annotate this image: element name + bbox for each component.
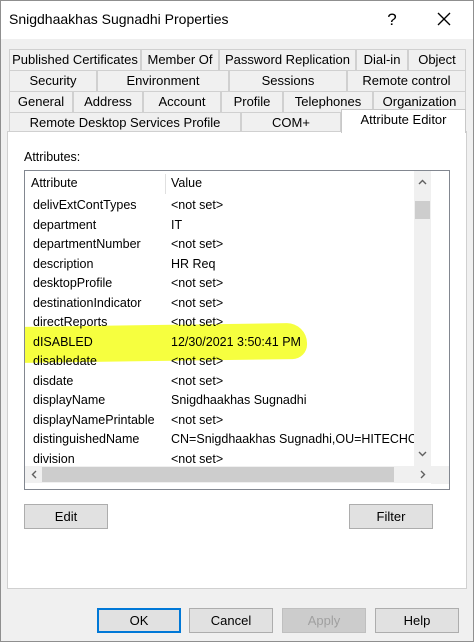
attribute-value: <not set> (171, 237, 224, 251)
attribute-name: disdate (33, 373, 74, 388)
edit-button[interactable]: Edit (24, 504, 108, 529)
list-row[interactable]: department IT (25, 216, 414, 236)
attributes-label: Attributes: (24, 150, 81, 164)
list-row[interactable]: disdate <not set> (25, 372, 414, 392)
attribute-value: 12/30/2021 3:50:41 PM (171, 334, 301, 349)
attribute-value: <not set> (171, 412, 224, 427)
tab-address[interactable]: Address (73, 91, 143, 112)
help-button[interactable]: Help (375, 608, 459, 633)
properties-dialog: Snigdhaakhas Sugnadhi Properties ? Publi… (0, 0, 474, 642)
list-row[interactable]: displayName Snigdhaakhas Sugnadhi (25, 391, 414, 411)
attribute-value: <not set> (171, 198, 224, 212)
tab-row-1: Published Certificates Member Of Passwor… (9, 49, 467, 70)
tab-row-4: Remote Desktop Services Profile COM+ Att… (9, 109, 467, 133)
tab-profile[interactable]: Profile (221, 91, 283, 112)
ok-button[interactable]: OK (97, 608, 181, 633)
list-row[interactable]: destinationIndicator <not set> (25, 294, 414, 314)
horizontal-scrollbar[interactable] (25, 466, 431, 483)
horizontal-scroll-thumb[interactable] (42, 467, 394, 482)
attributes-list[interactable]: Attribute Value delivExtContTypes <not se… (24, 170, 450, 490)
scrollbar-corner (431, 466, 449, 484)
vertical-scroll-thumb[interactable] (415, 201, 430, 219)
tab-object[interactable]: Object (408, 49, 466, 70)
tab-com-plus[interactable]: COM+ (241, 112, 341, 133)
attribute-value: <not set> (171, 315, 224, 329)
tab-attribute-editor[interactable]: Attribute Editor (341, 109, 466, 133)
attribute-name: department (33, 217, 97, 232)
list-rows: delivExtContTypes <not set> department IT … (25, 196, 417, 466)
tab-general[interactable]: General (9, 91, 73, 112)
attribute-value: <not set> (171, 276, 224, 290)
list-row[interactable]: desktopProfile <not set> (25, 274, 414, 294)
attribute-name: distinguishedName (33, 432, 140, 446)
tab-security[interactable]: Security (9, 70, 97, 91)
attribute-name: destinationIndicator (33, 295, 142, 310)
tab-password-replication[interactable]: Password Replication (219, 49, 356, 70)
chevron-right-icon (420, 470, 425, 479)
filter-button[interactable]: Filter (349, 504, 433, 529)
list-row[interactable]: disabledate <not set> (25, 352, 414, 372)
scroll-right-button[interactable] (414, 466, 431, 483)
attribute-value: <not set> (171, 354, 224, 368)
tab-environment[interactable]: Environment (97, 70, 229, 91)
chevron-down-icon (418, 451, 427, 457)
chevron-left-icon (31, 470, 36, 479)
list-row-disabled-attribute[interactable]: dISABLED 12/30/2021 3:50:41 PM (25, 333, 414, 353)
list-row[interactable]: departmentNumber <not set> (25, 235, 414, 255)
tab-account[interactable]: Account (143, 91, 221, 112)
window-title: Snigdhaakhas Sugnadhi Properties (9, 11, 229, 27)
close-icon (437, 12, 451, 26)
list-row[interactable]: displayNamePrintable <not set> (25, 411, 414, 431)
tab-remote-desktop-services-profile[interactable]: Remote Desktop Services Profile (9, 112, 241, 133)
title-bar: Snigdhaakhas Sugnadhi Properties ? (1, 1, 473, 39)
attribute-name: disabledate (33, 354, 97, 368)
apply-button[interactable]: Apply (282, 608, 366, 633)
tab-sessions[interactable]: Sessions (229, 70, 347, 91)
attribute-name: directReports (33, 315, 108, 329)
column-header-value[interactable]: Value (165, 171, 414, 196)
list-row[interactable]: distinguishedName CN=Snigdhaakhas Sugnadh… (25, 430, 417, 450)
attribute-name: displayName (33, 393, 106, 407)
column-header-attribute[interactable]: Attribute (25, 171, 165, 196)
attribute-value: CN=Snigdhaakhas Sugnadhi,OU=HITECHC (171, 432, 417, 446)
tab-dial-in[interactable]: Dial-in (356, 49, 408, 70)
attribute-name: delivExtContTypes (33, 198, 137, 212)
attribute-value: <not set> (171, 295, 224, 310)
list-header: Attribute Value (25, 171, 414, 196)
attribute-name: description (33, 256, 94, 271)
attribute-value: Snigdhaakhas Sugnadhi (171, 393, 307, 407)
cancel-button[interactable]: Cancel (189, 608, 273, 633)
attribute-editor-panel: Attributes: Attribute Value delivExtCont… (7, 131, 467, 589)
attribute-value: HR Req (171, 256, 216, 271)
attribute-value: <not set> (171, 373, 224, 388)
attribute-name: displayNamePrintable (33, 412, 155, 427)
scroll-left-button[interactable] (25, 466, 42, 483)
scroll-up-button[interactable] (414, 174, 431, 191)
list-row[interactable]: delivExtContTypes <not set> (25, 196, 414, 216)
attribute-value: IT (171, 217, 183, 232)
chevron-up-icon (418, 179, 427, 185)
tab-published-certificates[interactable]: Published Certificates (9, 49, 141, 70)
close-button[interactable] (426, 5, 462, 35)
list-row[interactable]: description HR Req (25, 255, 414, 275)
vertical-scrollbar[interactable] (414, 171, 431, 466)
attribute-name: departmentNumber (33, 237, 141, 251)
scroll-down-button[interactable] (414, 446, 431, 463)
attribute-name: desktopProfile (33, 276, 113, 290)
attribute-name: dISABLED (33, 334, 93, 349)
help-title-button[interactable]: ? (374, 7, 410, 33)
tab-remote-control[interactable]: Remote control (347, 70, 466, 91)
tab-row-2: Security Environment Sessions Remote con… (9, 70, 467, 91)
list-row[interactable]: directReports <not set> (25, 313, 414, 333)
tab-member-of[interactable]: Member Of (141, 49, 219, 70)
